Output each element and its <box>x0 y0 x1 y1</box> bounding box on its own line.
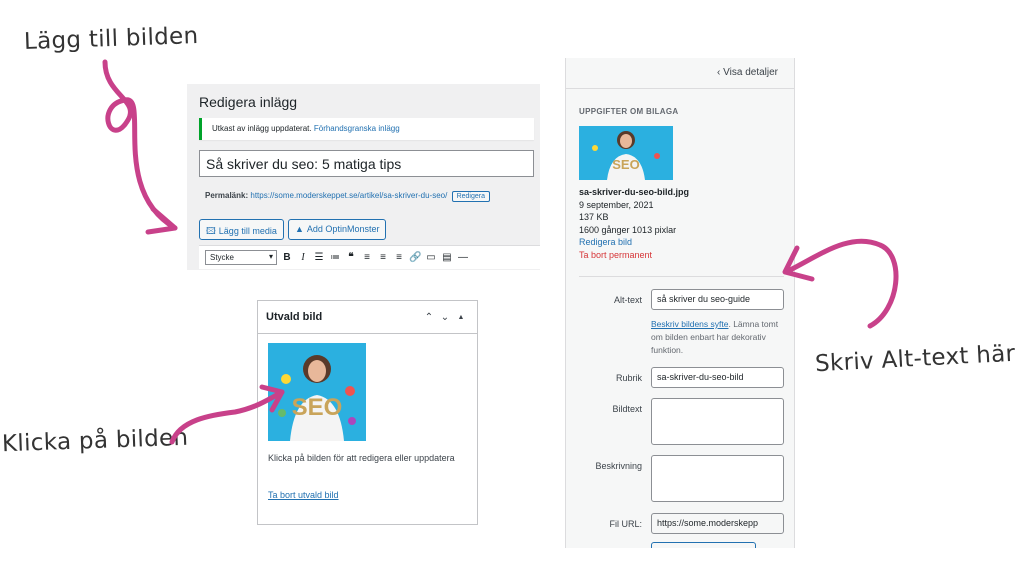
alt-text-help: Beskriv bildens syfte. Lämna tomt om bil… <box>651 318 786 357</box>
add-optin-label: Add OptinMonster <box>306 224 380 234</box>
remove-featured-image-link[interactable]: Ta bort utvald bild <box>268 490 339 500</box>
annotation-add-image: Lägg till bilden <box>23 22 199 56</box>
permalink: Permalänk: https://some.moderskeppet.se/… <box>205 191 490 202</box>
permalink-edit-button[interactable]: Redigera <box>451 191 490 202</box>
align-left-icon[interactable]: ≡ <box>361 252 373 263</box>
attachment-dimensions: 1600 gånger 1013 pixlar <box>579 224 677 235</box>
move-up-icon[interactable]: ⌃ <box>421 312 437 323</box>
attachment-section-title: UPPGIFTER OM BILAGA <box>579 107 679 116</box>
add-optinmonster-button[interactable]: ▲ Add OptinMonster <box>288 219 387 240</box>
collapse-icon[interactable]: ▲ <box>453 314 469 321</box>
alt-help-link[interactable]: Beskriv bildens syfte <box>651 319 728 329</box>
align-right-icon[interactable]: ≡ <box>393 252 405 263</box>
file-url-label: Fil URL: <box>609 519 642 529</box>
blockquote-icon[interactable]: ❝ <box>345 252 357 263</box>
numbered-list-icon[interactable]: ≔ <box>329 252 341 263</box>
seo-text-small: SEO <box>612 157 639 172</box>
featured-image-thumbnail[interactable]: SEO <box>268 343 366 441</box>
attachment-size: 137 KB <box>579 212 609 222</box>
description-textarea[interactable] <box>651 455 784 502</box>
file-url-input[interactable]: https://some.moderskepp <box>651 513 784 534</box>
divider <box>579 276 784 277</box>
permalink-label: Permalänk: <box>205 191 249 200</box>
preview-link[interactable]: Förhandsgranska inlägg <box>314 124 400 133</box>
arrow-to-alt-text <box>787 238 899 329</box>
title-label: Rubrik <box>615 373 642 383</box>
add-media-button[interactable]: 🖾 Lägg till media <box>199 219 284 240</box>
permalink-url[interactable]: https://some.moderskeppet.se/artikel/sa-… <box>250 191 447 200</box>
toolbar-toggle-icon[interactable]: ▤ <box>441 252 453 263</box>
align-center-icon[interactable]: ≡ <box>377 252 389 263</box>
delete-permanent-link[interactable]: Ta bort permanent <box>579 249 689 262</box>
bold-icon[interactable]: B <box>281 252 293 263</box>
optinmonster-icon: ▲ <box>295 224 304 234</box>
arrow-to-add-media <box>102 59 178 231</box>
post-editor-panel: Redigera inlägg Utkast av inlägg uppdate… <box>187 84 540 270</box>
read-more-icon[interactable]: ▭ <box>425 252 437 263</box>
seo-text: SEO <box>292 394 343 421</box>
post-title-input[interactable]: Så skriver du seo: 5 matiga tips <box>199 150 534 177</box>
featured-image-description: Klicka på bilden för att redigera eller … <box>268 453 455 463</box>
edit-image-link[interactable]: Redigera bild <box>579 236 689 249</box>
attachment-details-panel: ‹ Visa detaljer UPPGIFTER OM BILAGA SEO … <box>565 58 795 548</box>
caption-label: Bildtext <box>612 404 642 414</box>
attachment-thumbnail: SEO <box>579 126 673 180</box>
copy-url-button[interactable] <box>651 542 756 548</box>
show-details-link[interactable]: ‹ Visa detaljer <box>717 67 778 78</box>
featured-image-header: Utvald bild ⌃ ⌄ ▲ <box>258 301 477 334</box>
caption-textarea[interactable] <box>651 398 784 445</box>
featured-image-panel: Utvald bild ⌃ ⌄ ▲ SEO Klicka på bilden f… <box>257 300 478 525</box>
format-select[interactable]: Stycke <box>205 250 277 265</box>
attachment-filename: sa-skriver-du-seo-bild.jpg <box>579 187 690 197</box>
annotation-click-image: Klicka på bilden <box>1 424 189 458</box>
alt-text-input[interactable]: så skriver du seo-guide <box>651 289 784 310</box>
add-media-label: Lägg till media <box>218 226 277 236</box>
arrowhead-add-media <box>145 206 178 235</box>
notice-text: Utkast av inlägg uppdaterat. <box>212 124 312 133</box>
page-title: Redigera inlägg <box>199 94 298 110</box>
link-icon[interactable]: 🔗 <box>409 252 421 263</box>
title-input[interactable]: sa-skriver-du-seo-bild <box>651 367 784 388</box>
description-label: Beskrivning <box>595 461 642 471</box>
move-down-icon[interactable]: ⌄ <box>437 312 453 323</box>
media-icon: 🖾 <box>206 226 216 236</box>
horizontal-line-icon[interactable]: — <box>457 252 469 263</box>
featured-image-title: Utvald bild <box>266 311 323 323</box>
show-details-label: Visa detaljer <box>723 67 778 78</box>
update-notice: Utkast av inlägg uppdaterat. Förhandsgra… <box>199 118 534 140</box>
chevron-left-icon: ‹ <box>717 67 721 78</box>
italic-icon[interactable]: I <box>297 252 309 263</box>
editor-toolbar: Stycke B I ☰ ≔ ❝ ≡ ≡ ≡ 🔗 ▭ ▤ — <box>199 245 540 269</box>
attachment-info: sa-skriver-du-seo-bild.jpg 9 september, … <box>579 186 689 261</box>
annotation-write-alt: Skriv Alt-text här <box>814 340 1016 378</box>
bullet-list-icon[interactable]: ☰ <box>313 252 325 263</box>
divider <box>566 88 794 89</box>
attachment-date: 9 september, 2021 <box>579 199 654 210</box>
alt-text-label: Alt-text <box>613 295 642 305</box>
